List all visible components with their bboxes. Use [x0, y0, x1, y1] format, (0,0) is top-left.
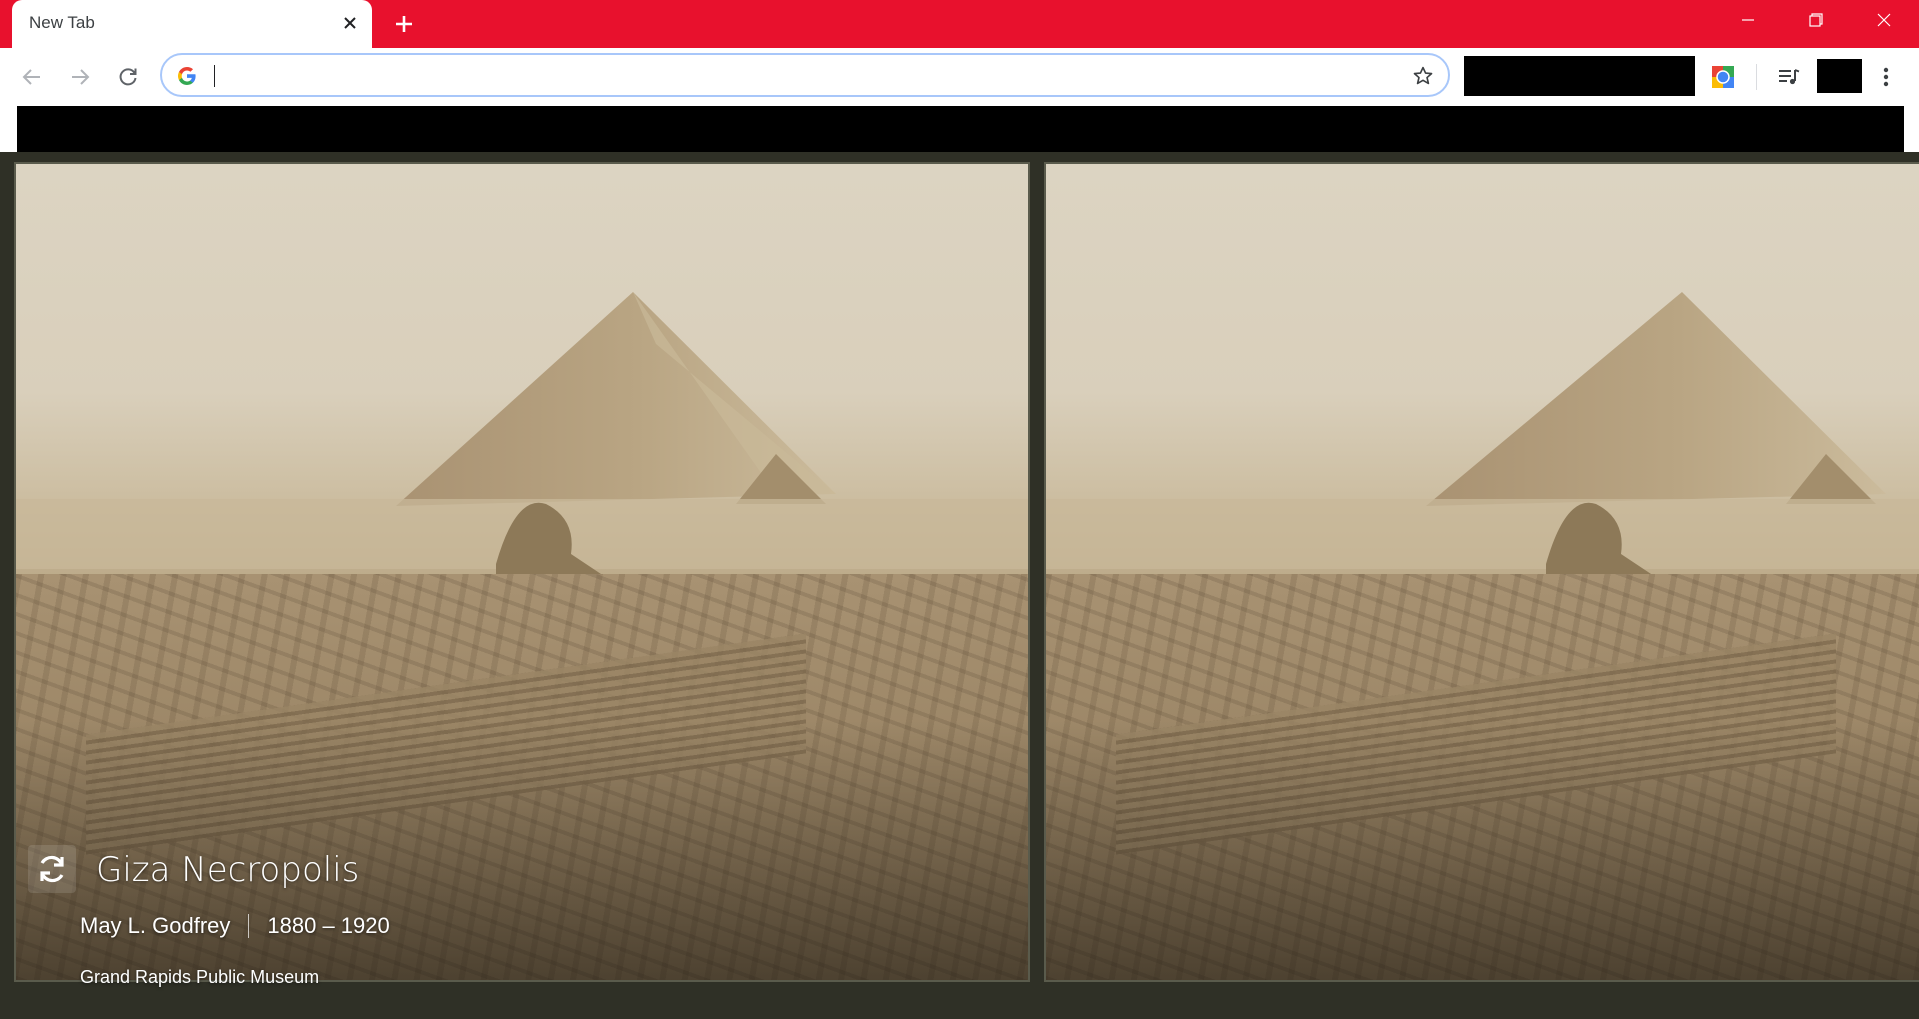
google-g-icon	[176, 65, 198, 87]
media-queue-icon	[1779, 69, 1800, 85]
omnibox[interactable]	[160, 53, 1450, 97]
bookmark-bar-margin	[1904, 106, 1919, 152]
arrow-right-icon	[72, 69, 90, 85]
omnibox-input[interactable]	[212, 61, 1362, 91]
background-creator: May L. Godfrey	[80, 913, 231, 938]
credit-divider	[248, 914, 250, 938]
close-icon[interactable]	[338, 11, 362, 35]
background-photo-right	[1044, 162, 1919, 982]
background-collection-link[interactable]: Grand Rapids Public Museum	[80, 967, 319, 988]
minimize-icon	[1742, 19, 1754, 21]
new-tab-background: Giza Necropolis May L. Godfrey 1880 – 19…	[0, 152, 1919, 1019]
media-queue-button[interactable]	[1774, 62, 1804, 92]
close-window-button[interactable]	[1850, 0, 1918, 40]
background-date: 1880 – 1920	[267, 913, 390, 938]
refresh-background-button[interactable]	[28, 845, 76, 893]
back-button[interactable]	[15, 60, 49, 94]
background-credit: May L. Godfrey 1880 – 1920	[80, 913, 390, 939]
text-caret	[214, 65, 215, 87]
restore-button[interactable]	[1782, 0, 1850, 40]
bookmark-bar-margin	[0, 106, 17, 152]
reload-icon	[119, 68, 137, 86]
star-outline-icon[interactable]	[1410, 63, 1436, 89]
toolbar-separator	[1756, 64, 1757, 90]
restore-icon	[1809, 13, 1823, 27]
profile-avatar[interactable]	[1817, 59, 1862, 93]
minimize-button[interactable]	[1714, 0, 1782, 40]
tab-new-tab[interactable]: New Tab	[12, 0, 372, 48]
new-tab-button[interactable]	[388, 8, 420, 40]
redacted-extensions	[1464, 56, 1695, 96]
browser-toolbar	[0, 48, 1919, 106]
reload-button[interactable]	[111, 60, 145, 94]
tab-strip: New Tab	[0, 0, 1919, 48]
colorful-extension-icon[interactable]	[1712, 66, 1734, 88]
forward-button[interactable]	[63, 60, 97, 94]
tab-title: New Tab	[29, 13, 95, 32]
arrow-left-icon	[22, 69, 40, 85]
background-title[interactable]: Giza Necropolis	[96, 850, 359, 890]
kebab-menu-icon[interactable]	[1872, 62, 1900, 92]
refresh-icon	[40, 855, 64, 883]
plus-icon	[396, 16, 412, 32]
close-window-icon	[1877, 13, 1891, 27]
redacted-bookmark-bar	[17, 106, 1904, 152]
photo-shade	[1046, 720, 1919, 980]
